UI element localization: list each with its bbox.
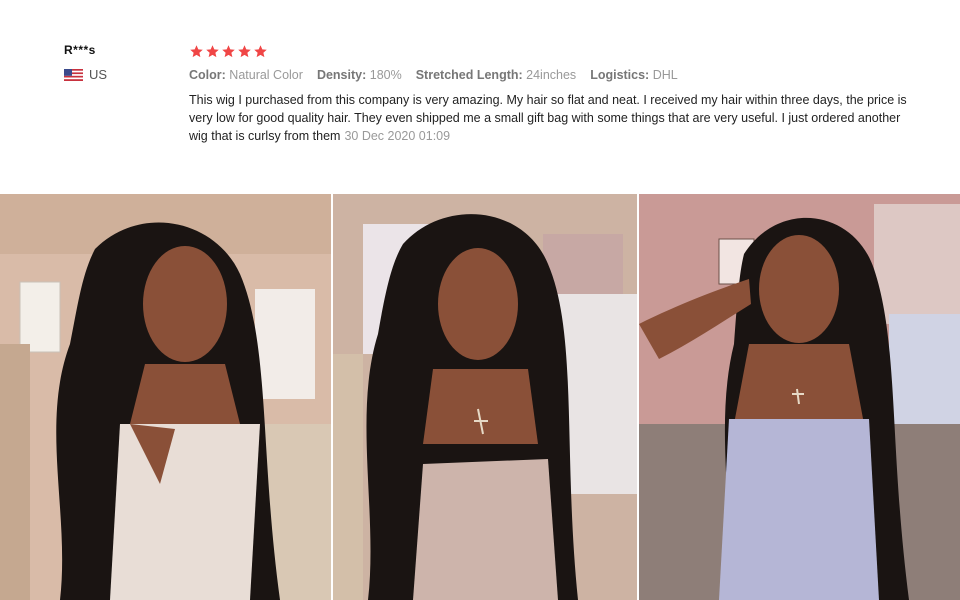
star-icon [253, 44, 268, 59]
review-photos [0, 194, 960, 600]
attribute-item: Density: 180% [317, 68, 402, 82]
attribute-value: Natural Color [225, 68, 303, 82]
attribute-value: 180% [366, 68, 402, 82]
star-icon [205, 44, 220, 59]
reviewer-country: US [64, 67, 164, 82]
attribute-item: Stretched Length: 24inches [416, 68, 576, 82]
attribute-label: Color: [189, 68, 226, 82]
attribute-value: 24inches [522, 68, 577, 82]
star-icon [221, 44, 236, 59]
star-icon [189, 44, 204, 59]
attribute-label: Density: [316, 68, 367, 82]
customer-photo-2[interactable] [333, 194, 637, 600]
attribute-label: Stretched Length: [415, 68, 523, 82]
customer-photo-1[interactable] [0, 194, 331, 600]
attribute-label: Logistics: [590, 68, 650, 82]
country-code: US [89, 67, 108, 82]
review-card: R***s US Color: Natural Color Density: 18… [0, 0, 960, 190]
review-text: This wig I purchased from this company i… [189, 91, 914, 145]
review-date: 30 Dec 2020 01:09 [344, 129, 451, 143]
star-icon [237, 44, 252, 59]
reviewer-name: R***s [64, 43, 96, 57]
us-flag-icon [64, 68, 83, 81]
product-attributes: Color: Natural Color Density: 180% Stretch… [189, 68, 919, 82]
review-body: Color: Natural Color Density: 180% Stretch… [189, 43, 919, 145]
customer-photo-3[interactable] [639, 194, 960, 600]
attribute-value: DHL [649, 68, 678, 82]
attribute-item: Color: Natural Color [189, 68, 303, 82]
attribute-item: Logistics: DHL [590, 68, 678, 82]
rating-stars [189, 43, 919, 59]
reviewer-info: R***s US [64, 43, 164, 82]
review-content: This wig I purchased from this company i… [189, 93, 907, 143]
